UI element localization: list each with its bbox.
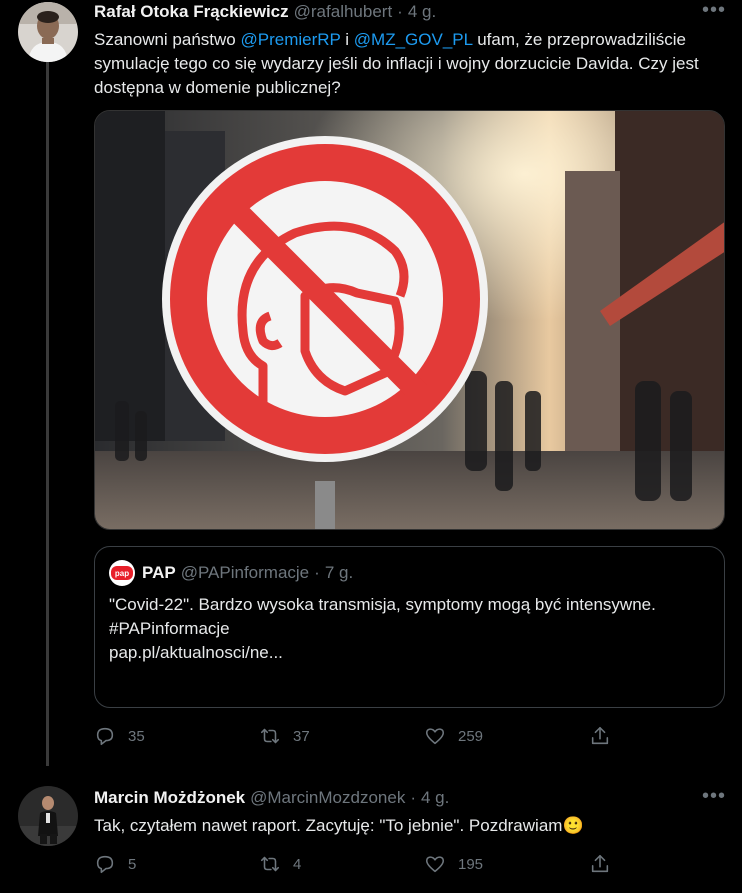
tweet-text-part: Tak, czytałem nawet raport. Zacytuję: "T… (94, 816, 563, 835)
retweet-count: 37 (293, 727, 310, 745)
no-mask-sign-photo (95, 111, 724, 529)
quoted-author-handle: @PAPinformacje (180, 563, 310, 582)
tweet[interactable]: Marcin Możdżonek @MarcinMozdzonek · 4 g.… (0, 776, 742, 893)
tweet-actions: 5 4 195 (94, 852, 726, 876)
quoted-text-line: "Covid-22". Bardzo wysoka transmisja, sy… (109, 595, 656, 614)
thread-line (46, 62, 49, 766)
avatar[interactable] (18, 2, 78, 62)
retweet-count: 4 (293, 855, 302, 873)
tweet-header: Marcin Możdżonek @MarcinMozdzonek · 4 g. (94, 788, 726, 810)
like-count: 195 (458, 855, 484, 873)
retweet-button[interactable]: 37 (259, 725, 424, 747)
timestamp[interactable]: 4 g. (421, 788, 449, 808)
quoted-tweet-text: "Covid-22". Bardzo wysoka transmisja, sy… (109, 593, 710, 665)
author-name[interactable]: Rafał Otoka Frąckiewicz (94, 2, 289, 22)
tweet-content: Marcin Możdżonek @MarcinMozdzonek · 4 g.… (94, 786, 726, 876)
separator-dot: · (314, 563, 320, 582)
quoted-link: pap.pl/aktualnosci/ne... (109, 643, 283, 662)
like-button[interactable]: 259 (424, 725, 589, 747)
share-icon (591, 726, 609, 745)
tweet-text-part: Szanowni państwo (94, 30, 241, 49)
author-handle[interactable]: @MarcinMozdzonek (250, 788, 405, 808)
share-icon (591, 854, 609, 873)
quoted-tweet-header: pap PAP @PAPinformacje · 7 g. (109, 560, 710, 586)
tweet-text-part: i (340, 30, 354, 49)
pap-logo-icon[interactable]: pap (109, 560, 135, 586)
quoted-author-name: PAP (142, 563, 176, 582)
tweet[interactable]: Rafał Otoka Frąckiewicz @rafalhubert · 4… (0, 0, 742, 775)
share-button[interactable] (589, 853, 629, 875)
like-count: 259 (458, 727, 484, 745)
reply-button[interactable]: 35 (94, 725, 259, 747)
separator-dot: · (397, 2, 403, 21)
smile-emoji-icon: 🙂 (562, 816, 584, 835)
reply-count: 35 (128, 727, 145, 745)
timestamp[interactable]: 4 g. (408, 2, 436, 22)
reply-button[interactable]: 5 (94, 853, 259, 875)
reply-count: 5 (128, 855, 137, 873)
mention-link[interactable]: @PremierRP (240, 30, 340, 49)
tweet-text: Tak, czytałem nawet raport. Zacytuję: "T… (94, 814, 726, 838)
mention-link[interactable]: @MZ_GOV_PL (354, 30, 473, 49)
reply-icon (96, 855, 114, 874)
tweet-content: Rafał Otoka Frąckiewicz @rafalhubert · 4… (94, 0, 726, 748)
quoted-timestamp: 7 g. (324, 563, 354, 582)
quoted-hashtag: #PAPinformacje (109, 619, 230, 638)
share-button[interactable] (589, 725, 629, 747)
pap-logo-text: pap (111, 566, 133, 580)
author-name[interactable]: Marcin Możdżonek (94, 788, 245, 808)
tweet-actions: 35 37 259 (94, 724, 726, 748)
tweet-header: Rafał Otoka Frąckiewicz @rafalhubert · 4… (94, 2, 726, 24)
like-icon (425, 728, 445, 745)
reply-icon (96, 727, 114, 746)
tweet-text: Szanowni państwo @PremierRP i @MZ_GOV_PL… (94, 28, 726, 100)
separator-dot: · (410, 788, 416, 807)
tweet-image[interactable] (94, 110, 725, 530)
retweet-icon (260, 728, 280, 744)
retweet-button[interactable]: 4 (259, 853, 424, 875)
author-handle[interactable]: @rafalhubert (294, 2, 393, 22)
avatar[interactable] (18, 786, 78, 846)
more-icon[interactable]: ••• (702, 786, 726, 806)
retweet-icon (260, 856, 280, 872)
like-button[interactable]: 195 (424, 853, 589, 875)
like-icon (425, 856, 445, 873)
more-icon[interactable]: ••• (702, 0, 726, 20)
quoted-tweet[interactable]: pap PAP @PAPinformacje · 7 g. "Covid-22"… (94, 546, 725, 708)
